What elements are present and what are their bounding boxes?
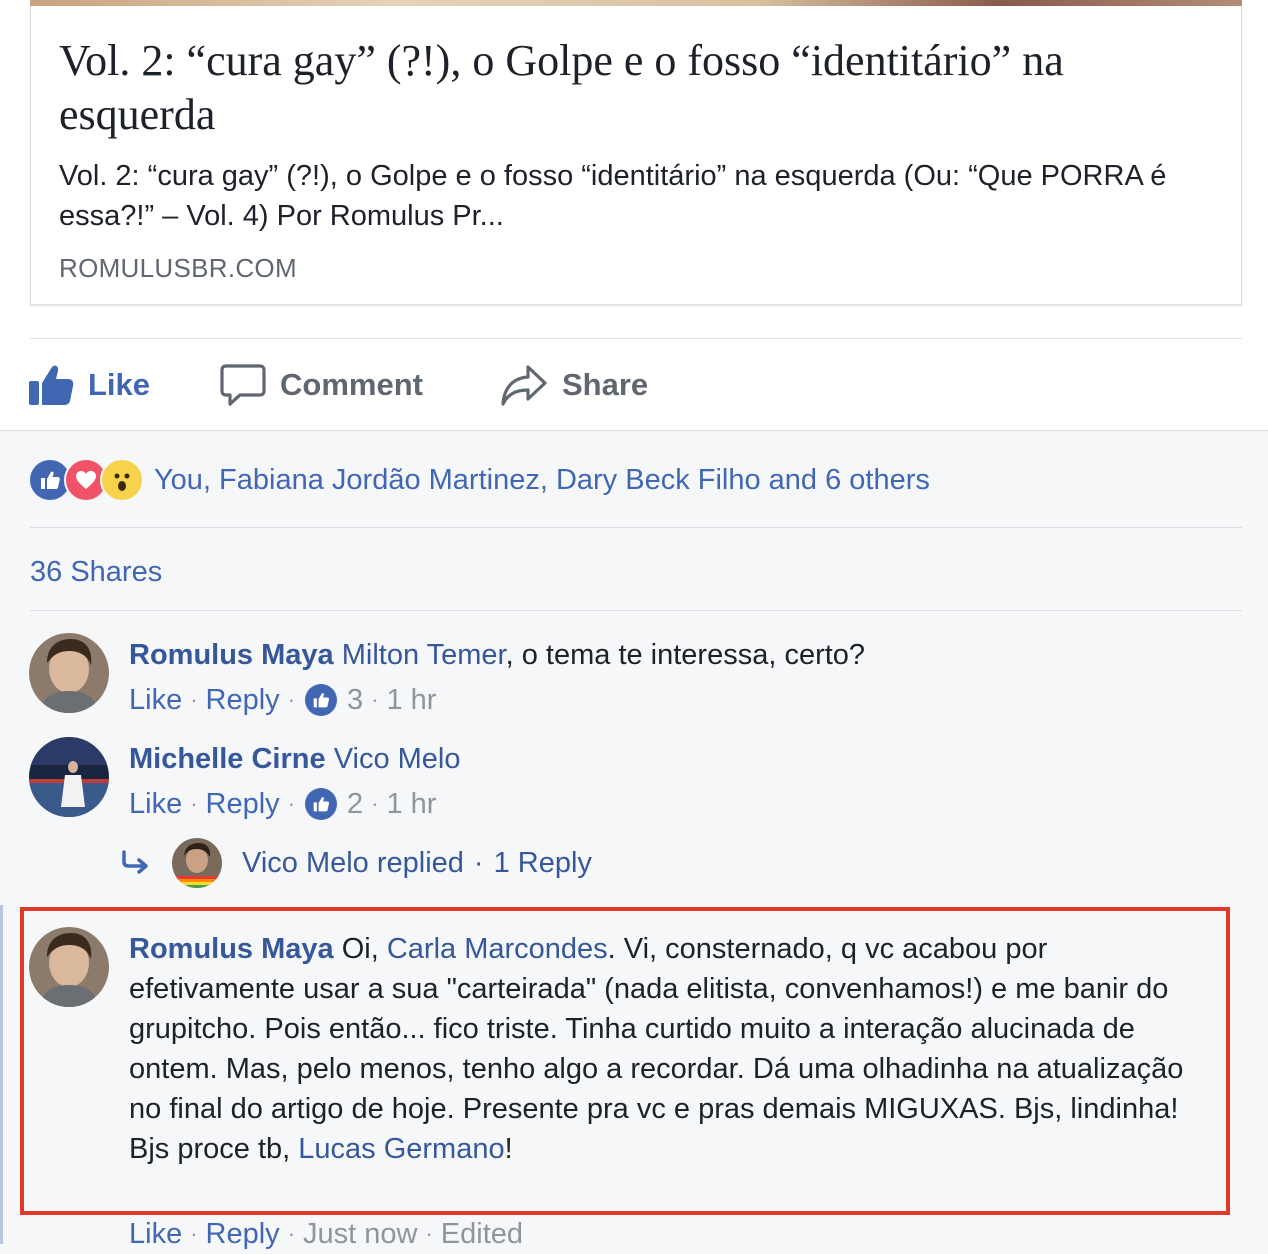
separator: ·: [287, 791, 296, 816]
comment-author[interactable]: Romulus Maya: [129, 933, 334, 965]
comment-text: Bjs proce tb,: [129, 1133, 299, 1165]
comment-reply-link[interactable]: Reply: [206, 788, 280, 821]
comment-mention[interactable]: Vico Melo: [334, 743, 461, 775]
comment-like-link[interactable]: Like: [129, 684, 182, 717]
separator: ·: [371, 687, 379, 712]
avatar-photo: [29, 633, 109, 713]
like-label: Like: [88, 367, 151, 402]
link-preview-card[interactable]: Vol. 2: “cura gay” (?!), o Golpe e o fos…: [30, 6, 1242, 305]
share-button[interactable]: Share: [500, 360, 648, 410]
avatar-photo: [29, 927, 109, 1007]
like-button[interactable]: Like: [28, 360, 150, 410]
thumbs-up-icon: [29, 365, 74, 405]
divider: [30, 610, 1242, 611]
separator: ·: [473, 846, 484, 879]
comment-mention[interactable]: Milton Temer: [342, 639, 506, 671]
comment-like-count[interactable]: 2: [347, 788, 363, 821]
comment-body: Romulus Maya Milton Temer, o tema te int…: [129, 635, 865, 675]
separator: ·: [190, 687, 198, 712]
separator: ·: [287, 687, 296, 712]
divider: [30, 338, 1242, 339]
avatar-photo: [29, 737, 109, 817]
comment-time[interactable]: 1 hr: [386, 788, 436, 821]
comment-like-link[interactable]: Like: [129, 1218, 182, 1251]
view-replies-link[interactable]: Vico Melo replied · 1 Reply: [120, 836, 592, 890]
wow-reaction-icon: [100, 458, 144, 502]
separator: ·: [190, 1221, 198, 1246]
reply-arrow-icon: [122, 850, 148, 874]
comment-like-count[interactable]: 3: [347, 684, 363, 717]
separator: ·: [287, 1221, 296, 1246]
avatar[interactable]: [29, 633, 109, 713]
avatar[interactable]: [172, 838, 222, 888]
comment-button[interactable]: Comment: [220, 360, 423, 410]
avatar[interactable]: [29, 927, 109, 1007]
link-domain: ROMULUSBR.COM: [59, 253, 297, 283]
avatar[interactable]: [29, 737, 109, 817]
highlighted-comment-body: Romulus Maya Oi, Carla Marcondes. Vi, co…: [129, 929, 1219, 1169]
comment-time[interactable]: Just now: [303, 1218, 417, 1251]
left-edge-bar: [0, 905, 3, 1244]
shares-count[interactable]: 36 Shares: [30, 556, 162, 589]
comment-label: Comment: [280, 367, 423, 402]
link-description: Vol. 2: “cura gay” (?!), o Golpe e o fos…: [59, 160, 1167, 232]
comment-paragraph: Bjs proce tb, Lucas Germano!: [129, 1129, 1219, 1169]
comment-author[interactable]: Michelle Cirne: [129, 743, 326, 775]
comment-body: Michelle Cirne Vico Melo: [129, 739, 461, 779]
comment-paragraph: Romulus Maya Oi, Carla Marcondes. Vi, co…: [129, 929, 1219, 1129]
link-title[interactable]: Vol. 2: “cura gay” (?!), o Golpe e o fos…: [59, 34, 1219, 142]
like-count-icon: [305, 684, 338, 716]
reply-count[interactable]: 1 Reply: [494, 847, 592, 880]
comment-time[interactable]: 1 hr: [386, 684, 436, 717]
comment-author[interactable]: Romulus Maya: [129, 639, 334, 671]
separator: ·: [371, 791, 379, 816]
reactions-text[interactable]: You, Fabiana Jordão Martinez, Dary Beck …: [154, 464, 930, 497]
share-arrow-icon: [501, 365, 547, 406]
edited-label[interactable]: Edited: [441, 1218, 523, 1251]
comment-meta: Like · Reply · 2 · 1 hr: [129, 784, 436, 824]
reactions-summary[interactable]: You, Fabiana Jordão Martinez, Dary Beck …: [28, 458, 930, 502]
comment-meta: Like · Reply · Just now · Edited: [129, 1214, 523, 1254]
like-count-icon: [305, 788, 338, 820]
comment-text: Oi,: [333, 933, 387, 965]
separator: ·: [425, 1221, 433, 1246]
comment-meta: Like · Reply · 3 · 1 hr: [129, 680, 436, 720]
reaction-icons: [28, 458, 144, 502]
comment-text: , o tema te interessa, certo?: [505, 639, 866, 671]
comment-text: !: [504, 1133, 513, 1165]
divider: [30, 527, 1242, 528]
share-label: Share: [562, 367, 649, 402]
comment-mention[interactable]: Lucas Germano: [298, 1133, 504, 1165]
comment-icon: [220, 364, 266, 406]
comment-mention[interactable]: Carla Marcondes: [387, 933, 608, 965]
replied-by-text[interactable]: Vico Melo replied: [242, 847, 464, 880]
comment-like-link[interactable]: Like: [129, 788, 182, 821]
avatar-photo: [172, 838, 222, 888]
comment-reply-link[interactable]: Reply: [206, 1218, 280, 1251]
comment-reply-link[interactable]: Reply: [206, 684, 280, 717]
separator: ·: [190, 791, 198, 816]
